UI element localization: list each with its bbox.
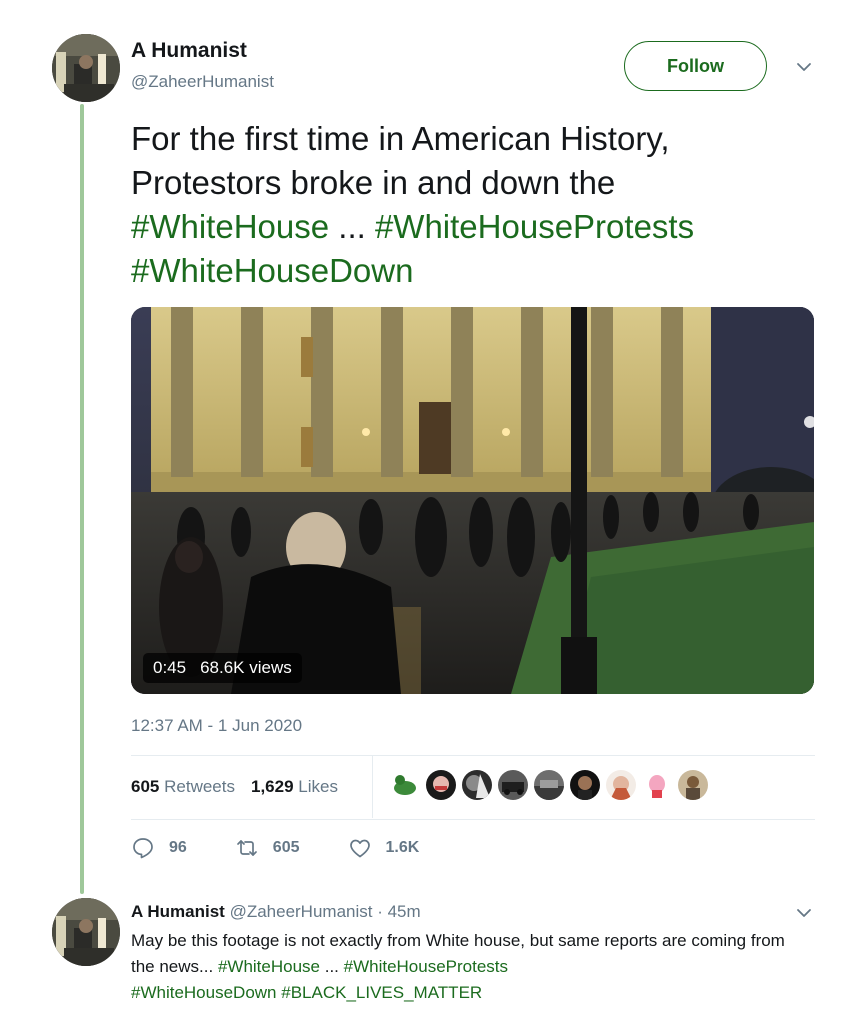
likers-avatars — [390, 770, 708, 800]
liker-avatar[interactable] — [570, 770, 600, 800]
tweet-hashtag-line: #WhiteHouseDown — [131, 249, 831, 293]
likes-count: 1,629 — [250, 777, 294, 796]
hashtag-link[interactable]: #WhiteHouse — [218, 957, 320, 976]
hashtag-link[interactable]: #WhiteHouseDown — [131, 983, 277, 1002]
retweets-stat[interactable]: 605 Retweets — [131, 777, 235, 797]
video-player[interactable]: 0:45 68.6K views — [131, 307, 814, 694]
reply-action[interactable]: 96 — [131, 836, 187, 860]
hashtag-link[interactable]: #BLACK_LIVES_MATTER — [281, 983, 482, 1002]
tweet-timestamp[interactable]: 12:37 AM - 1 Jun 2020 — [131, 716, 302, 736]
liker-avatar[interactable] — [534, 770, 564, 800]
video-views: 68.6K views — [200, 658, 292, 677]
reply-author-handle[interactable]: @ZaheerHumanist — [230, 902, 373, 921]
liker-avatar[interactable] — [426, 770, 456, 800]
reply-ellipsis: ... — [320, 957, 344, 976]
like-count: 1.6K — [385, 839, 420, 856]
reply-author-avatar[interactable] — [52, 898, 120, 966]
retweet-icon — [236, 840, 257, 856]
tweet-ellipsis: ... — [329, 208, 375, 245]
reply-text: May be this footage is not exactly from … — [131, 928, 811, 1006]
liker-avatar[interactable] — [462, 770, 492, 800]
heart-icon — [349, 839, 370, 858]
author-handle[interactable]: @ZaheerHumanist — [131, 72, 274, 92]
likes-stat[interactable]: 1,629 Likes — [251, 777, 338, 797]
chevron-down-icon[interactable] — [794, 903, 814, 923]
video-duration: 0:45 — [153, 658, 187, 677]
hashtag-link[interactable]: #WhiteHouseProtests — [375, 208, 694, 245]
reply-icon — [133, 838, 153, 859]
video-thumbnail — [131, 307, 814, 694]
tweet-text-line: For the first time in American History, — [131, 120, 670, 157]
video-info-badge: 0:45 68.6K views — [143, 653, 302, 683]
liker-avatar[interactable] — [606, 770, 636, 800]
reply-count: 96 — [169, 839, 187, 856]
liker-avatar[interactable] — [678, 770, 708, 800]
stats-separator — [372, 756, 373, 818]
tweet-hashtag-line: #WhiteHouse ... #WhiteHouseProtests — [131, 205, 831, 249]
thread-line — [80, 104, 84, 894]
author-avatar[interactable] — [52, 34, 120, 102]
likes-label: Likes — [298, 777, 338, 796]
hashtag-link[interactable]: #WhiteHouse — [131, 208, 329, 245]
liker-avatar[interactable] — [498, 770, 528, 800]
retweets-label: Retweets — [164, 777, 235, 796]
hashtag-link[interactable]: #WhiteHouseDown — [131, 252, 413, 289]
tweet-text: For the first time in American History, … — [131, 117, 831, 293]
hashtag-link[interactable]: #WhiteHouseProtests — [344, 957, 508, 976]
retweets-count: 605 — [131, 777, 160, 796]
chevron-down-icon[interactable] — [794, 57, 814, 77]
liker-avatar[interactable] — [390, 770, 420, 800]
reply-time[interactable]: · 45m — [373, 902, 420, 921]
divider — [131, 819, 815, 820]
like-action[interactable]: 1.6K — [348, 836, 420, 860]
retweet-action[interactable]: 605 — [235, 836, 300, 860]
divider — [131, 755, 815, 756]
tweet-stats: 605 Retweets 1,629 Likes — [131, 777, 338, 797]
reply-header: A Humanist @ZaheerHumanist · 45m — [131, 902, 421, 922]
reply-author-name[interactable]: A Humanist — [131, 902, 225, 921]
retweet-count: 605 — [272, 839, 300, 856]
liker-avatar[interactable] — [642, 770, 672, 800]
follow-button[interactable]: Follow — [624, 41, 767, 91]
author-name[interactable]: A Humanist — [131, 39, 247, 63]
tweet-actions: 96 605 1.6K — [131, 836, 467, 860]
tweet-text-line: Protestors broke in and down the — [131, 164, 616, 201]
